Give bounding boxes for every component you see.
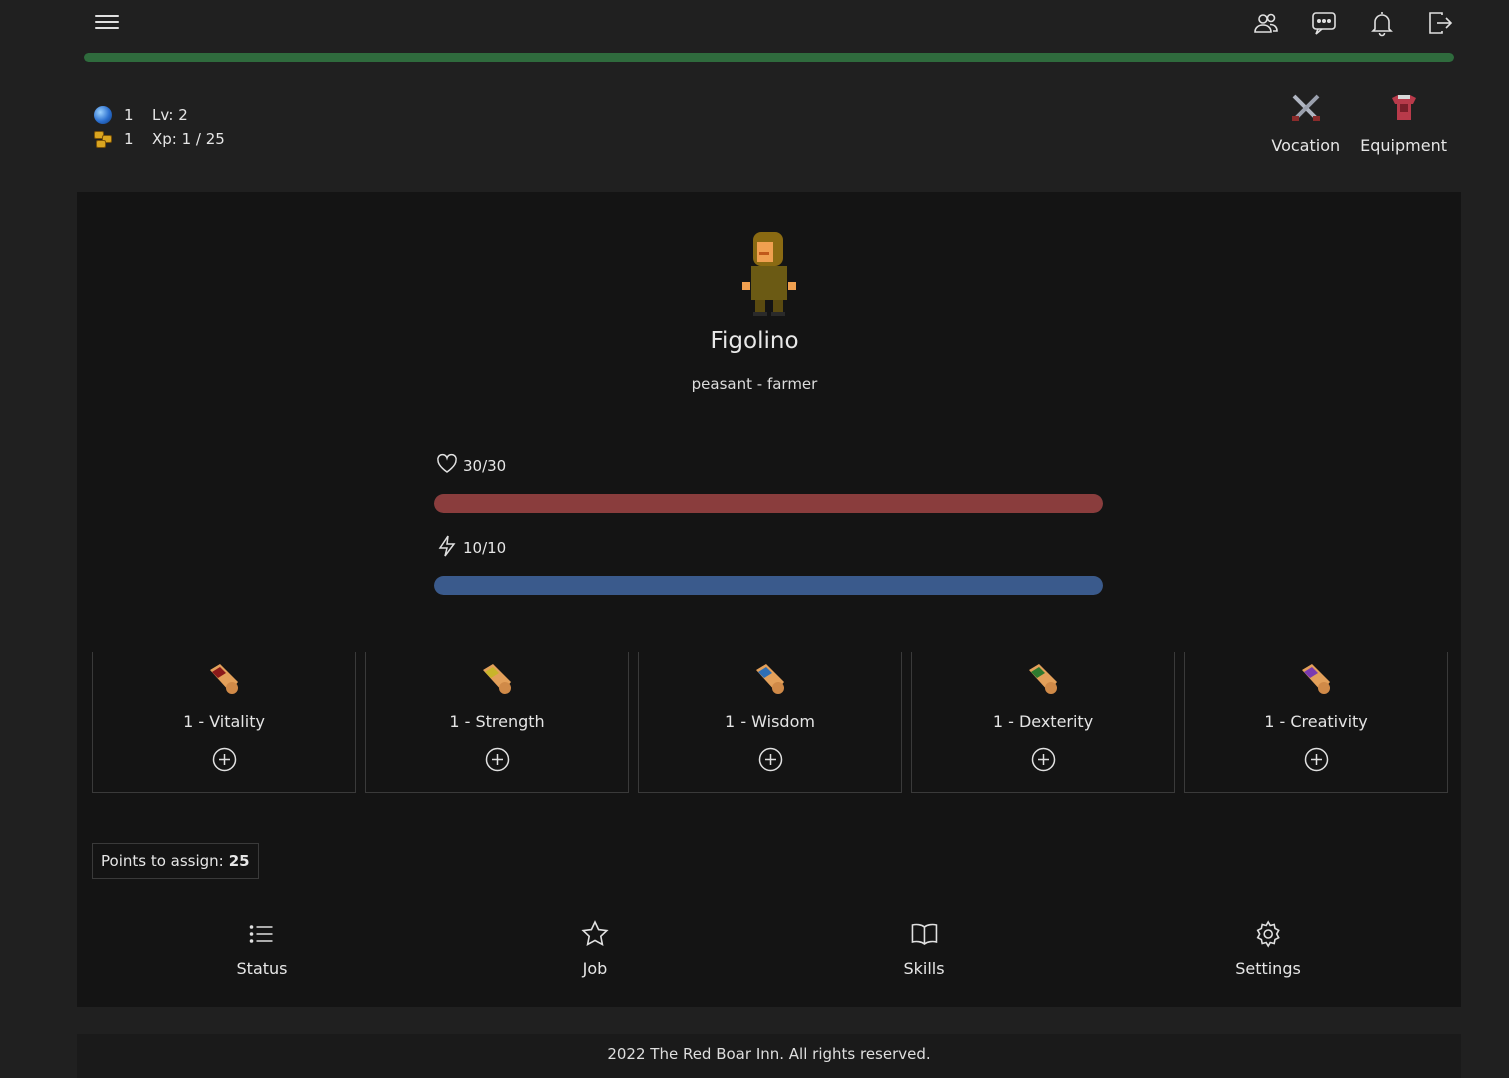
gem-orb-icon bbox=[94, 106, 112, 124]
scroll-icon bbox=[1029, 664, 1057, 694]
attribute-card-dexterity: 1 - Dexterity bbox=[911, 652, 1175, 793]
health-value: 30/30 bbox=[463, 457, 507, 475]
book-icon bbox=[911, 923, 937, 946]
list-icon bbox=[250, 925, 273, 943]
health-bar-fill bbox=[434, 494, 1103, 513]
attribute-label-dexterity: 1 - Dexterity bbox=[992, 712, 1094, 731]
gem-row: 1 Lv: 2 bbox=[94, 103, 225, 127]
vocation-label: Vocation bbox=[1271, 136, 1341, 155]
scroll-icon bbox=[210, 664, 238, 694]
add-wisdom-button[interactable] bbox=[758, 747, 783, 772]
nav-job[interactable]: Job bbox=[581, 920, 609, 978]
energy-bar bbox=[434, 576, 1103, 595]
health-label: 30/30 bbox=[436, 453, 506, 475]
star-icon bbox=[581, 920, 609, 947]
xp-progress-bar bbox=[84, 53, 1454, 62]
attribute-card-creativity: 1 - Creativity bbox=[1184, 652, 1448, 793]
attribute-label-strength: 1 - Strength bbox=[449, 712, 545, 731]
heart-icon bbox=[437, 453, 457, 473]
bell-icon[interactable] bbox=[1368, 8, 1396, 38]
energy-value: 10/10 bbox=[463, 539, 507, 557]
character-class: peasant - farmer bbox=[691, 375, 818, 393]
nav-status[interactable]: Status bbox=[236, 920, 288, 978]
gear-icon bbox=[1256, 920, 1280, 948]
health-bar bbox=[434, 494, 1103, 513]
logout-icon[interactable] bbox=[1426, 8, 1454, 38]
gem-count: 1 bbox=[124, 106, 134, 124]
scroll-icon bbox=[1302, 664, 1330, 694]
add-creativity-button[interactable] bbox=[1304, 747, 1329, 772]
top-actions: Vocation Equipment bbox=[1271, 90, 1447, 155]
attribute-label-creativity: 1 - Creativity bbox=[1264, 712, 1368, 731]
add-vitality-button[interactable] bbox=[212, 747, 237, 772]
vocation-button[interactable]: Vocation bbox=[1271, 90, 1340, 155]
nav-job-label: Job bbox=[582, 959, 608, 978]
add-dexterity-button[interactable] bbox=[1031, 747, 1056, 772]
coins-icon bbox=[94, 129, 114, 149]
attribute-card-wisdom: 1 - Wisdom bbox=[638, 652, 902, 793]
lightning-icon bbox=[438, 535, 456, 557]
attribute-card-vitality: 1 - Vitality bbox=[92, 652, 356, 793]
xp-label: Xp: 1 / 25 bbox=[152, 130, 225, 148]
energy-label: 10/10 bbox=[436, 535, 506, 557]
scroll-icon bbox=[483, 664, 511, 694]
attribute-label-wisdom: 1 - Wisdom bbox=[725, 712, 815, 731]
top-bar bbox=[0, 0, 1509, 46]
bottom-nav: Status Job Skills Settings bbox=[77, 920, 1461, 1000]
nav-status-label: Status bbox=[236, 959, 288, 978]
nav-settings[interactable]: Settings bbox=[1235, 920, 1301, 978]
attribute-card-strength: 1 - Strength bbox=[365, 652, 629, 793]
armor-icon bbox=[1391, 95, 1416, 120]
attribute-label-vitality: 1 - Vitality bbox=[183, 712, 265, 731]
character-avatar bbox=[742, 232, 796, 316]
footer-text: 2022 The Red Boar Inn. All rights reserv… bbox=[607, 1045, 931, 1063]
energy-bar-fill bbox=[434, 576, 1103, 595]
points-value: 25 bbox=[228, 852, 250, 870]
footer: 2022 The Red Boar Inn. All rights reserv… bbox=[77, 1034, 1461, 1078]
users-icon[interactable] bbox=[1252, 8, 1280, 38]
crossed-swords-icon bbox=[1291, 94, 1320, 121]
character-name: Figolino bbox=[710, 328, 799, 354]
coin-row: 1 Xp: 1 / 25 bbox=[94, 127, 225, 151]
equipment-label: Equipment bbox=[1360, 136, 1447, 155]
attribute-list: 1 - Vitality 1 - Strength 1 - Wisdom 1 -… bbox=[92, 652, 1448, 793]
coin-count: 1 bbox=[124, 130, 134, 148]
points-to-assign: Points to assign: 25 bbox=[92, 843, 259, 879]
points-label: Points to assign: bbox=[101, 852, 224, 870]
hamburger-icon[interactable] bbox=[95, 12, 119, 34]
level-label: Lv: 2 bbox=[152, 106, 188, 124]
nav-settings-label: Settings bbox=[1235, 959, 1301, 978]
top-icon-group bbox=[1252, 8, 1454, 38]
nav-skills-label: Skills bbox=[903, 959, 945, 978]
xp-progress-fill bbox=[84, 53, 1454, 62]
scroll-icon bbox=[756, 664, 784, 694]
resource-stats: 1 Lv: 2 1 Xp: 1 / 25 bbox=[94, 103, 225, 151]
chat-icon[interactable] bbox=[1310, 8, 1338, 38]
add-strength-button[interactable] bbox=[485, 747, 510, 772]
equipment-button[interactable]: Equipment bbox=[1360, 90, 1447, 155]
nav-skills[interactable]: Skills bbox=[903, 920, 945, 978]
